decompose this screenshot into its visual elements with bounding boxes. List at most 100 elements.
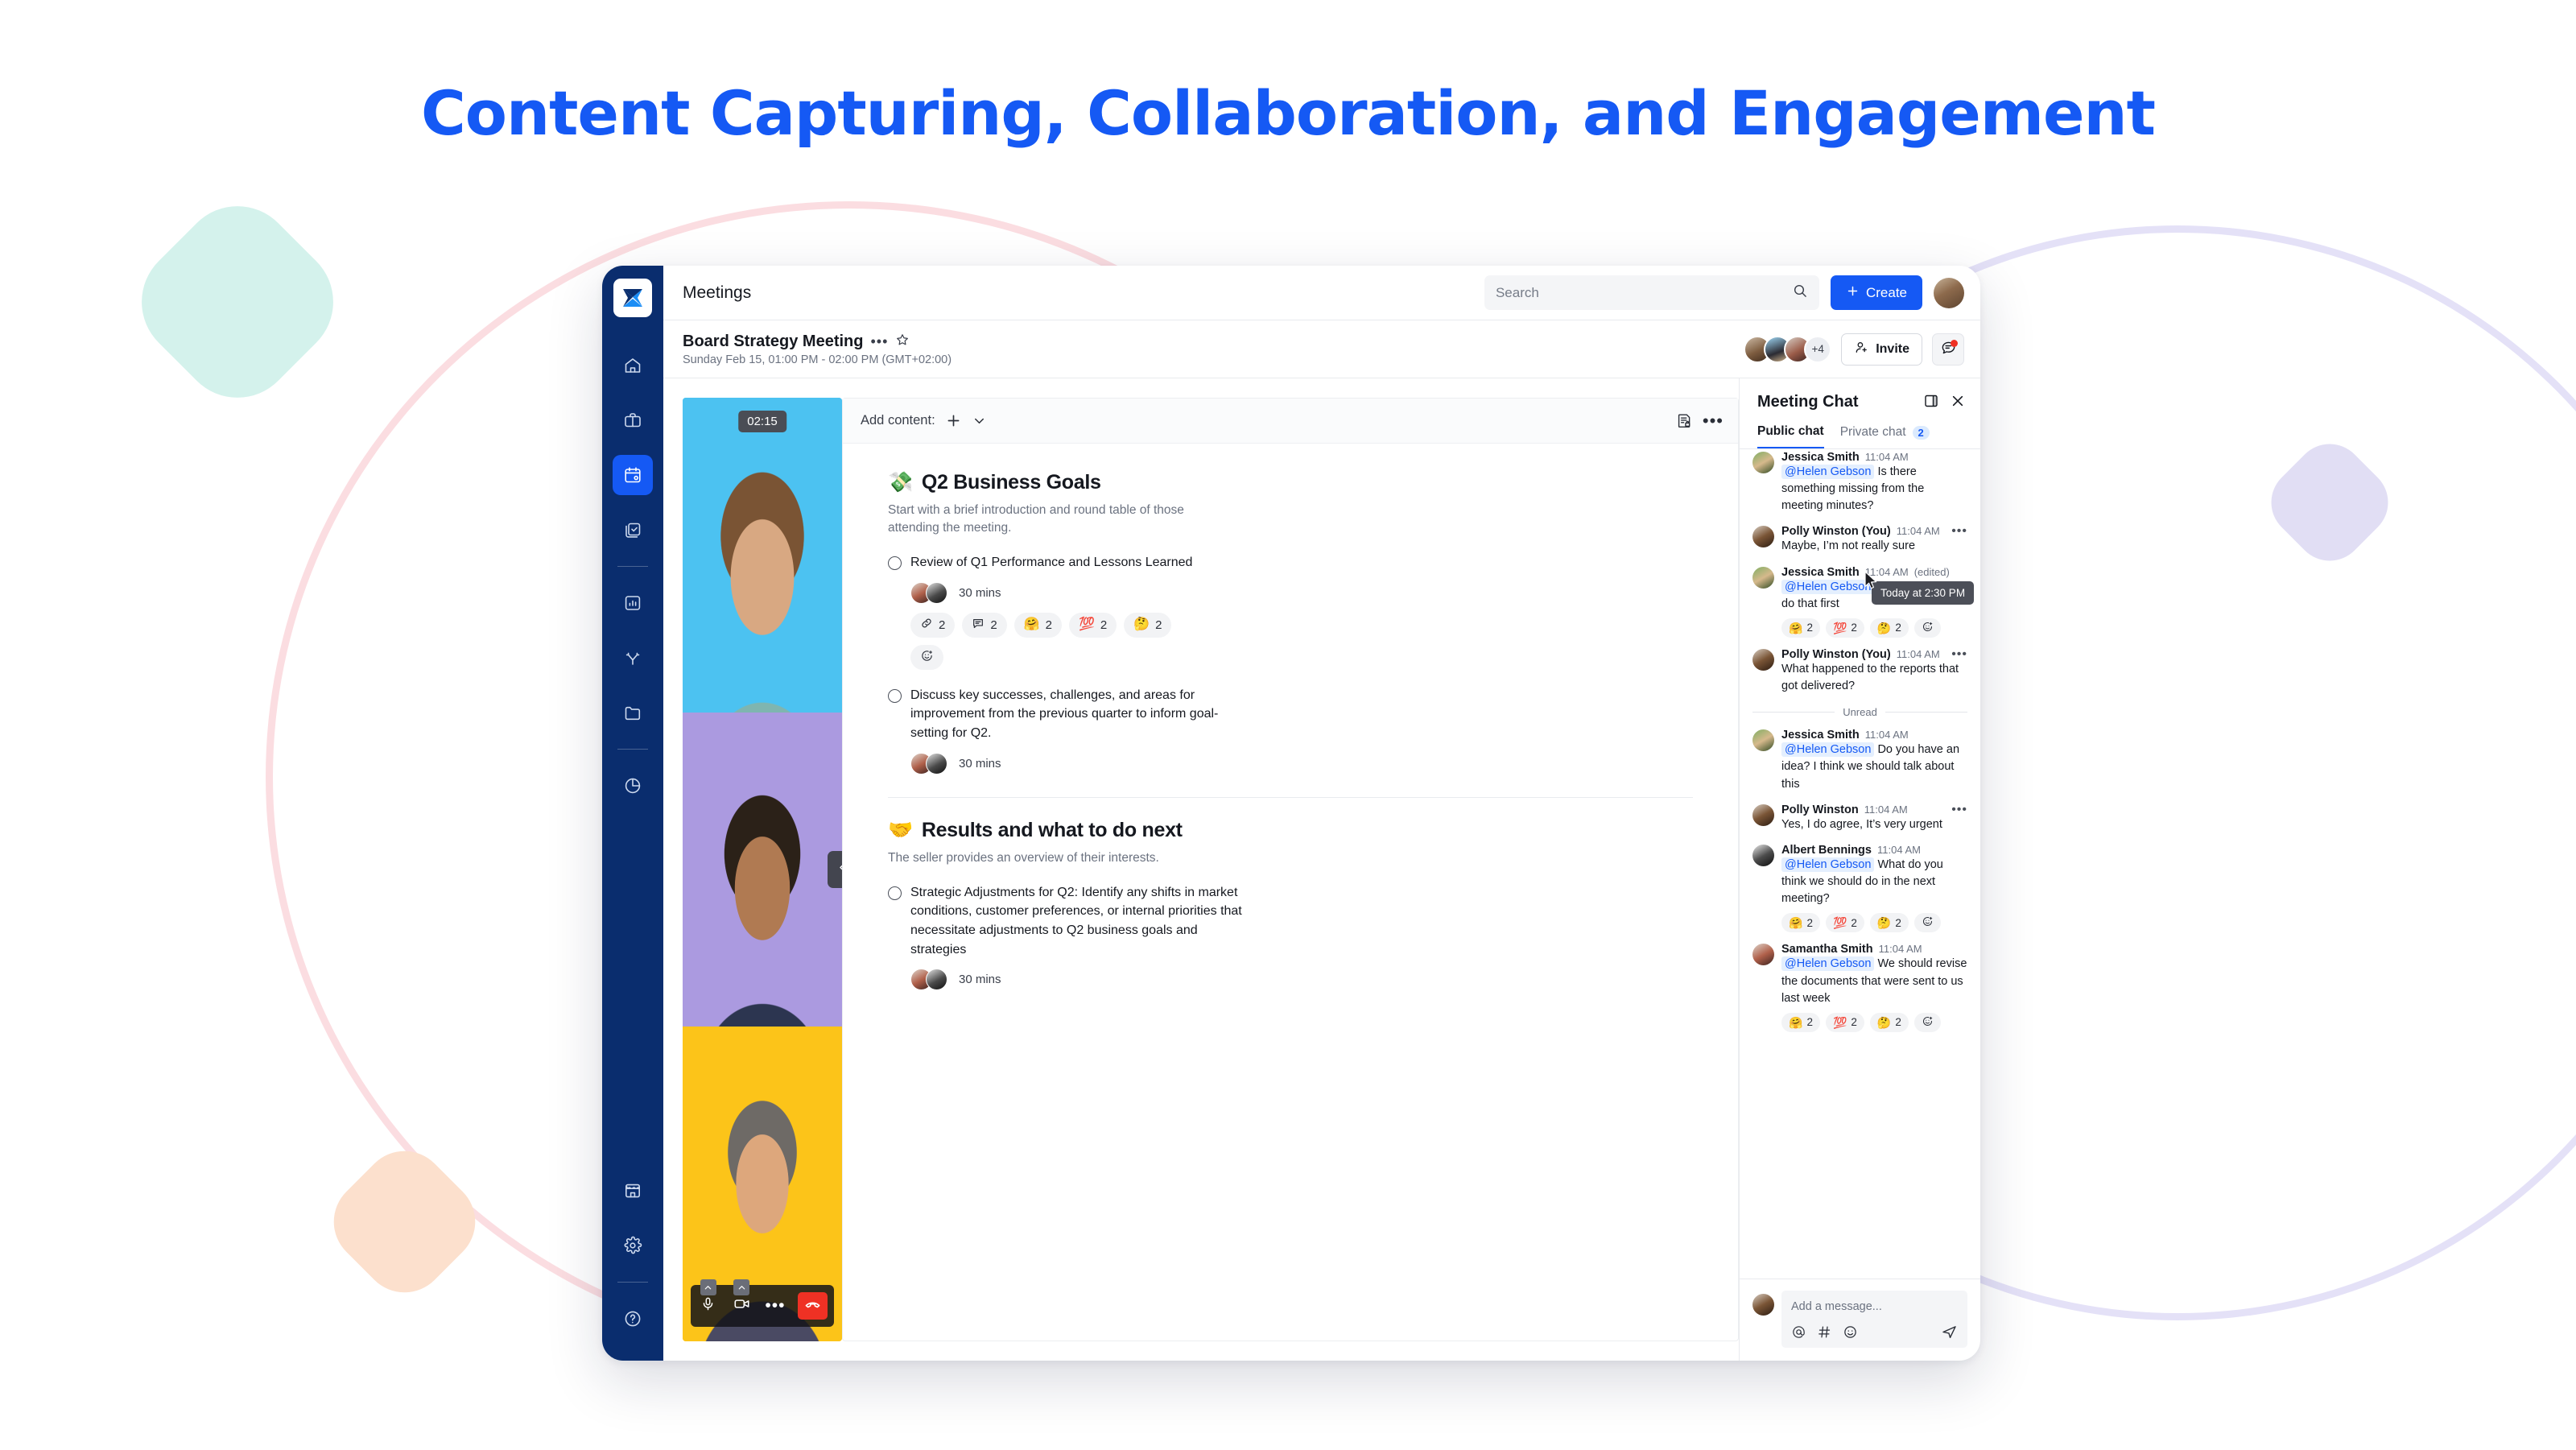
add-reaction-button[interactable] [1913,1012,1941,1032]
add-reaction-button[interactable] [1913,913,1941,933]
agenda-more-options-icon[interactable]: ••• [1703,412,1724,430]
avatar[interactable] [1752,844,1774,866]
mention-chip[interactable]: @Helen Gebson [1781,956,1875,972]
reaction-pill-thinking[interactable]: 🤔 2 [1869,618,1909,638]
avatar[interactable] [1752,803,1774,826]
emoji-icon[interactable] [1843,1324,1858,1340]
link-pill[interactable]: 2 [910,612,956,638]
reaction-pill-hundred[interactable]: 💯 2 [1068,612,1117,638]
sidebar-item-workflows[interactable] [613,638,653,678]
search-icon[interactable] [1792,283,1808,303]
participant-overflow-count[interactable]: +4 [1804,335,1832,363]
more-options-button[interactable]: ••• [764,1292,786,1320]
sidebar-item-briefcase[interactable] [613,400,653,440]
chat-message-more-icon[interactable]: ••• [1951,803,1967,816]
chat-message[interactable]: Jessica Smith 11:04 AM @Helen Gebson Do … [1752,729,1967,792]
add-reaction-button[interactable] [1913,618,1941,638]
create-button[interactable]: Create [1830,275,1922,310]
star-icon[interactable] [895,333,910,351]
chat-message[interactable]: Albert Bennings 11:04 AM @Helen Gebson W… [1752,844,1967,933]
camera-button[interactable] [731,1279,753,1320]
video-carousel-prev-button[interactable] [828,851,842,888]
avatar[interactable] [1752,729,1774,752]
participant-tile-3[interactable]: ••• [683,1027,842,1341]
add-content-chevron-down-icon[interactable] [972,413,987,428]
channel-icon[interactable] [1817,1324,1832,1340]
sidebar-item-home[interactable] [613,345,653,386]
mention-chip[interactable]: @Helen Gebson [1781,465,1875,479]
chat-message[interactable]: Polly Winston (You) 11:04 AM ••• What ha… [1752,647,1967,695]
add-reaction-button[interactable] [910,644,943,670]
reaction-pill-hug[interactable]: 🤗 2 [1781,913,1820,933]
composer-box[interactable] [1781,1291,1967,1348]
agenda-item-checkbox[interactable] [888,688,902,703]
agenda-item-assignees[interactable] [910,752,947,775]
sidebar-item-tasks[interactable] [613,510,653,550]
chat-message[interactable]: Jessica Smith 11:04 AM (edited) @Helen G… [1752,566,1975,638]
panel-layout-icon[interactable] [1923,393,1939,413]
avatar[interactable] [926,752,947,775]
avatar[interactable] [1752,1294,1774,1316]
microphone-button[interactable] [697,1279,720,1320]
avatar[interactable] [1752,452,1774,473]
participant-avatars[interactable]: +4 [1744,335,1832,363]
agenda-item[interactable]: Review of Q1 Performance and Lessons Lea… [888,553,1693,572]
reaction-pill-hug[interactable]: 🤗 2 [1781,1012,1820,1032]
avatar[interactable] [1752,566,1774,589]
chat-message-more-icon[interactable]: ••• [1951,647,1967,660]
search-box[interactable] [1484,275,1819,310]
chat-message[interactable]: Jessica Smith 11:04 AM @Helen Gebson Is … [1752,451,1967,514]
mention-chip[interactable]: @Helen Gebson [1781,742,1875,758]
avatar[interactable] [1752,944,1774,966]
chat-message-more-icon[interactable]: ••• [1951,525,1967,538]
agenda-item-assignees[interactable] [910,581,947,604]
agenda-item[interactable]: Discuss key successes, challenges, and a… [888,686,1693,743]
invite-button[interactable]: Invite [1841,333,1922,366]
message-input[interactable] [1791,1300,1958,1313]
reaction-pill-thinking[interactable]: 🤔 2 [1124,612,1172,638]
meeting-notes-button[interactable] [1932,333,1964,366]
agenda-item-assignees[interactable] [910,969,947,991]
add-content-plus-button[interactable] [945,412,962,429]
search-input[interactable] [1495,284,1785,301]
sidebar-item-help[interactable] [613,1299,653,1339]
avatar[interactable] [1752,648,1774,671]
meeting-more-icon[interactable]: ••• [870,334,888,349]
sidebar-item-analytics[interactable] [613,766,653,806]
locked-document-icon[interactable] [1676,412,1693,429]
reaction-pill-hundred[interactable]: 💯 2 [1825,618,1864,638]
sidebar-item-marketplace[interactable] [613,1171,653,1211]
agenda-item-checkbox[interactable] [888,886,902,900]
comment-pill[interactable]: 2 [962,612,1007,638]
hang-up-button[interactable] [797,1292,828,1320]
mention-chip[interactable]: @Helen Gebson [1781,857,1875,872]
mention-icon[interactable] [1791,1324,1806,1340]
sidebar-item-files[interactable] [613,692,653,733]
user-avatar[interactable] [1934,277,1964,308]
chat-message[interactable]: Polly Winston 11:04 AM ••• Yes, I do agr… [1752,803,1967,833]
agenda-item[interactable]: Strategic Adjustments for Q2: Identify a… [888,883,1693,960]
chat-message[interactable]: Samantha Smith 11:04 AM @Helen Gebson We… [1752,943,1967,1032]
reaction-pill-hug[interactable]: 🤗 2 [1781,618,1820,638]
tab-private-chat[interactable]: Private chat 2 [1840,425,1930,448]
reaction-pill-thinking[interactable]: 🤔 2 [1869,913,1909,933]
chevron-up-icon[interactable] [700,1279,716,1296]
participant-tile-2[interactable] [683,712,842,1027]
avatar[interactable] [1752,526,1774,548]
mention-chip[interactable]: @Helen Gebson [1781,579,1875,594]
chevron-up-icon[interactable] [733,1279,750,1296]
reaction-pill-thinking[interactable]: 🤔 2 [1869,1012,1909,1032]
avatar[interactable] [926,969,947,991]
close-icon[interactable] [1950,393,1966,413]
avatar[interactable] [926,581,947,604]
sidebar-item-settings[interactable] [613,1225,653,1266]
sidebar-item-meetings[interactable] [613,455,653,495]
reaction-pill-hundred[interactable]: 💯 2 [1825,913,1864,933]
reaction-pill-hug[interactable]: 🤗 2 [1013,612,1062,638]
send-icon[interactable] [1941,1324,1958,1341]
sidebar-item-reports[interactable] [613,583,653,623]
participant-tile-1[interactable]: 02:15 [683,398,842,713]
tab-public-chat[interactable]: Public chat [1757,424,1824,448]
chat-message[interactable]: Polly Winston (You) 11:04 AM ••• Maybe, … [1752,525,1967,555]
agenda-item-checkbox[interactable] [888,556,902,570]
